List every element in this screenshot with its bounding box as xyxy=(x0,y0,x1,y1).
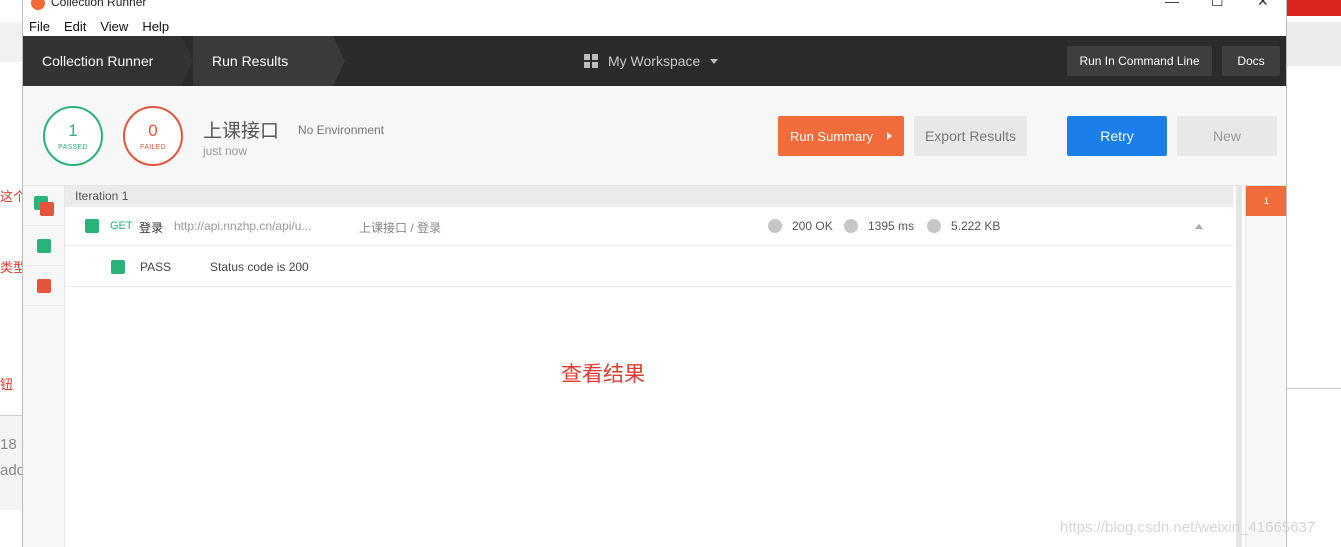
breadcrumb-collection-runner[interactable]: Collection Runner xyxy=(23,36,193,86)
test-result: PASS xyxy=(140,260,172,274)
window-title: Collection Runner xyxy=(51,0,147,9)
workspace-selector[interactable]: My Workspace xyxy=(584,36,719,86)
test-name: Status code is 200 xyxy=(210,260,309,274)
failed-counter: 0 FAILED xyxy=(123,106,183,166)
request-method: GET xyxy=(110,220,133,232)
fail-square-icon xyxy=(37,279,51,293)
run-in-command-line-button[interactable]: Run In Command Line xyxy=(1067,46,1212,76)
watermark: https://blog.csdn.net/weixin_41665637 xyxy=(1060,519,1316,536)
environment-label: No Environment xyxy=(298,123,385,137)
close-icon[interactable]: ✕ xyxy=(1257,0,1269,10)
pass-square-icon xyxy=(85,219,99,233)
response-status: 200 OK xyxy=(792,219,833,233)
results-area: Iteration 1 GET 登录 http://api.nnzhp.cn/a… xyxy=(23,186,1286,547)
title-bar: Collection Runner — ☐ ✕ xyxy=(23,0,1286,16)
collection-runner-window: Collection Runner — ☐ ✕ File Edit View H… xyxy=(22,0,1287,547)
pass-square-icon xyxy=(37,239,51,253)
collection-name: 上课接口 xyxy=(203,120,280,142)
menu-help[interactable]: Help xyxy=(142,19,169,34)
test-result-row: PASS Status code is 200 xyxy=(65,246,1233,287)
iteration-header: Iteration 1 xyxy=(65,186,1233,207)
failed-label: FAILED xyxy=(140,143,166,151)
menu-view[interactable]: View xyxy=(100,19,128,34)
failed-count: 0 xyxy=(148,120,158,140)
background-text-1: 18 xyxy=(0,436,17,453)
time-dot-icon xyxy=(844,219,858,233)
passed-label: PASSED xyxy=(58,143,88,151)
request-path: 上课接口 / 登录 xyxy=(359,221,442,235)
run-summary-panel: 1 PASSED 0 FAILED 上课接口 No Environment ju… xyxy=(23,86,1286,186)
size-dot-icon xyxy=(927,219,941,233)
response-time: 1395 ms xyxy=(868,219,915,233)
iteration-badge[interactable]: 1 xyxy=(1246,186,1286,216)
status-row-fail[interactable] xyxy=(23,266,64,306)
breadcrumb-run-results[interactable]: Run Results xyxy=(193,36,345,86)
retry-button[interactable]: Retry xyxy=(1067,116,1167,156)
background-toolbar xyxy=(0,22,22,62)
status-row-iteration[interactable] xyxy=(23,186,64,226)
iteration-list: 1 xyxy=(1245,186,1286,547)
collapse-caret-icon[interactable] xyxy=(1195,224,1203,229)
export-results-button[interactable]: Export Results xyxy=(914,116,1027,156)
request-row[interactable]: GET 登录 http://api.nnzhp.cn/api/u... 上课接口… xyxy=(65,207,1233,246)
background-right xyxy=(1287,0,1341,547)
minimize-icon[interactable]: — xyxy=(1165,0,1179,9)
run-summary-label: Run Summary xyxy=(789,128,874,144)
background-annotation-3: 钮 xyxy=(0,377,14,392)
runner-header: Collection Runner Run Results My Workspa… xyxy=(23,36,1286,86)
caret-right-icon xyxy=(887,132,893,140)
passed-count: 1 xyxy=(68,120,78,140)
pass-square-icon xyxy=(111,260,125,274)
fail-square-icon xyxy=(40,202,54,216)
workspace-name: My Workspace xyxy=(608,53,701,69)
run-time: just now xyxy=(203,144,248,158)
docs-button[interactable]: Docs xyxy=(1222,46,1280,76)
request-url: http://api.nnzhp.cn/api/u... xyxy=(174,219,312,233)
maximize-icon[interactable]: ☐ xyxy=(1211,0,1224,10)
status-dot-icon xyxy=(768,219,782,233)
menu-bar: File Edit View Help xyxy=(23,16,1286,36)
scrollbar[interactable] xyxy=(1236,186,1242,547)
background-divider xyxy=(1287,388,1341,389)
status-row-pass[interactable] xyxy=(23,226,64,266)
passed-counter: 1 PASSED xyxy=(43,106,103,166)
menu-file[interactable]: File xyxy=(29,19,50,34)
request-name: 登录 xyxy=(139,221,164,235)
workspace-grid-icon xyxy=(584,54,598,68)
annotation-text: 查看结果 xyxy=(561,362,645,386)
background-gray-block xyxy=(1287,22,1341,66)
new-button[interactable]: New xyxy=(1177,116,1277,156)
request-status-column xyxy=(23,186,65,547)
run-summary-button[interactable]: Run Summary xyxy=(778,116,904,156)
response-size: 5.222 KB xyxy=(951,219,1001,233)
postman-logo-icon xyxy=(31,0,45,10)
background-red-bar xyxy=(1287,0,1341,16)
menu-edit[interactable]: Edit xyxy=(64,19,86,34)
chevron-down-icon xyxy=(710,58,719,64)
